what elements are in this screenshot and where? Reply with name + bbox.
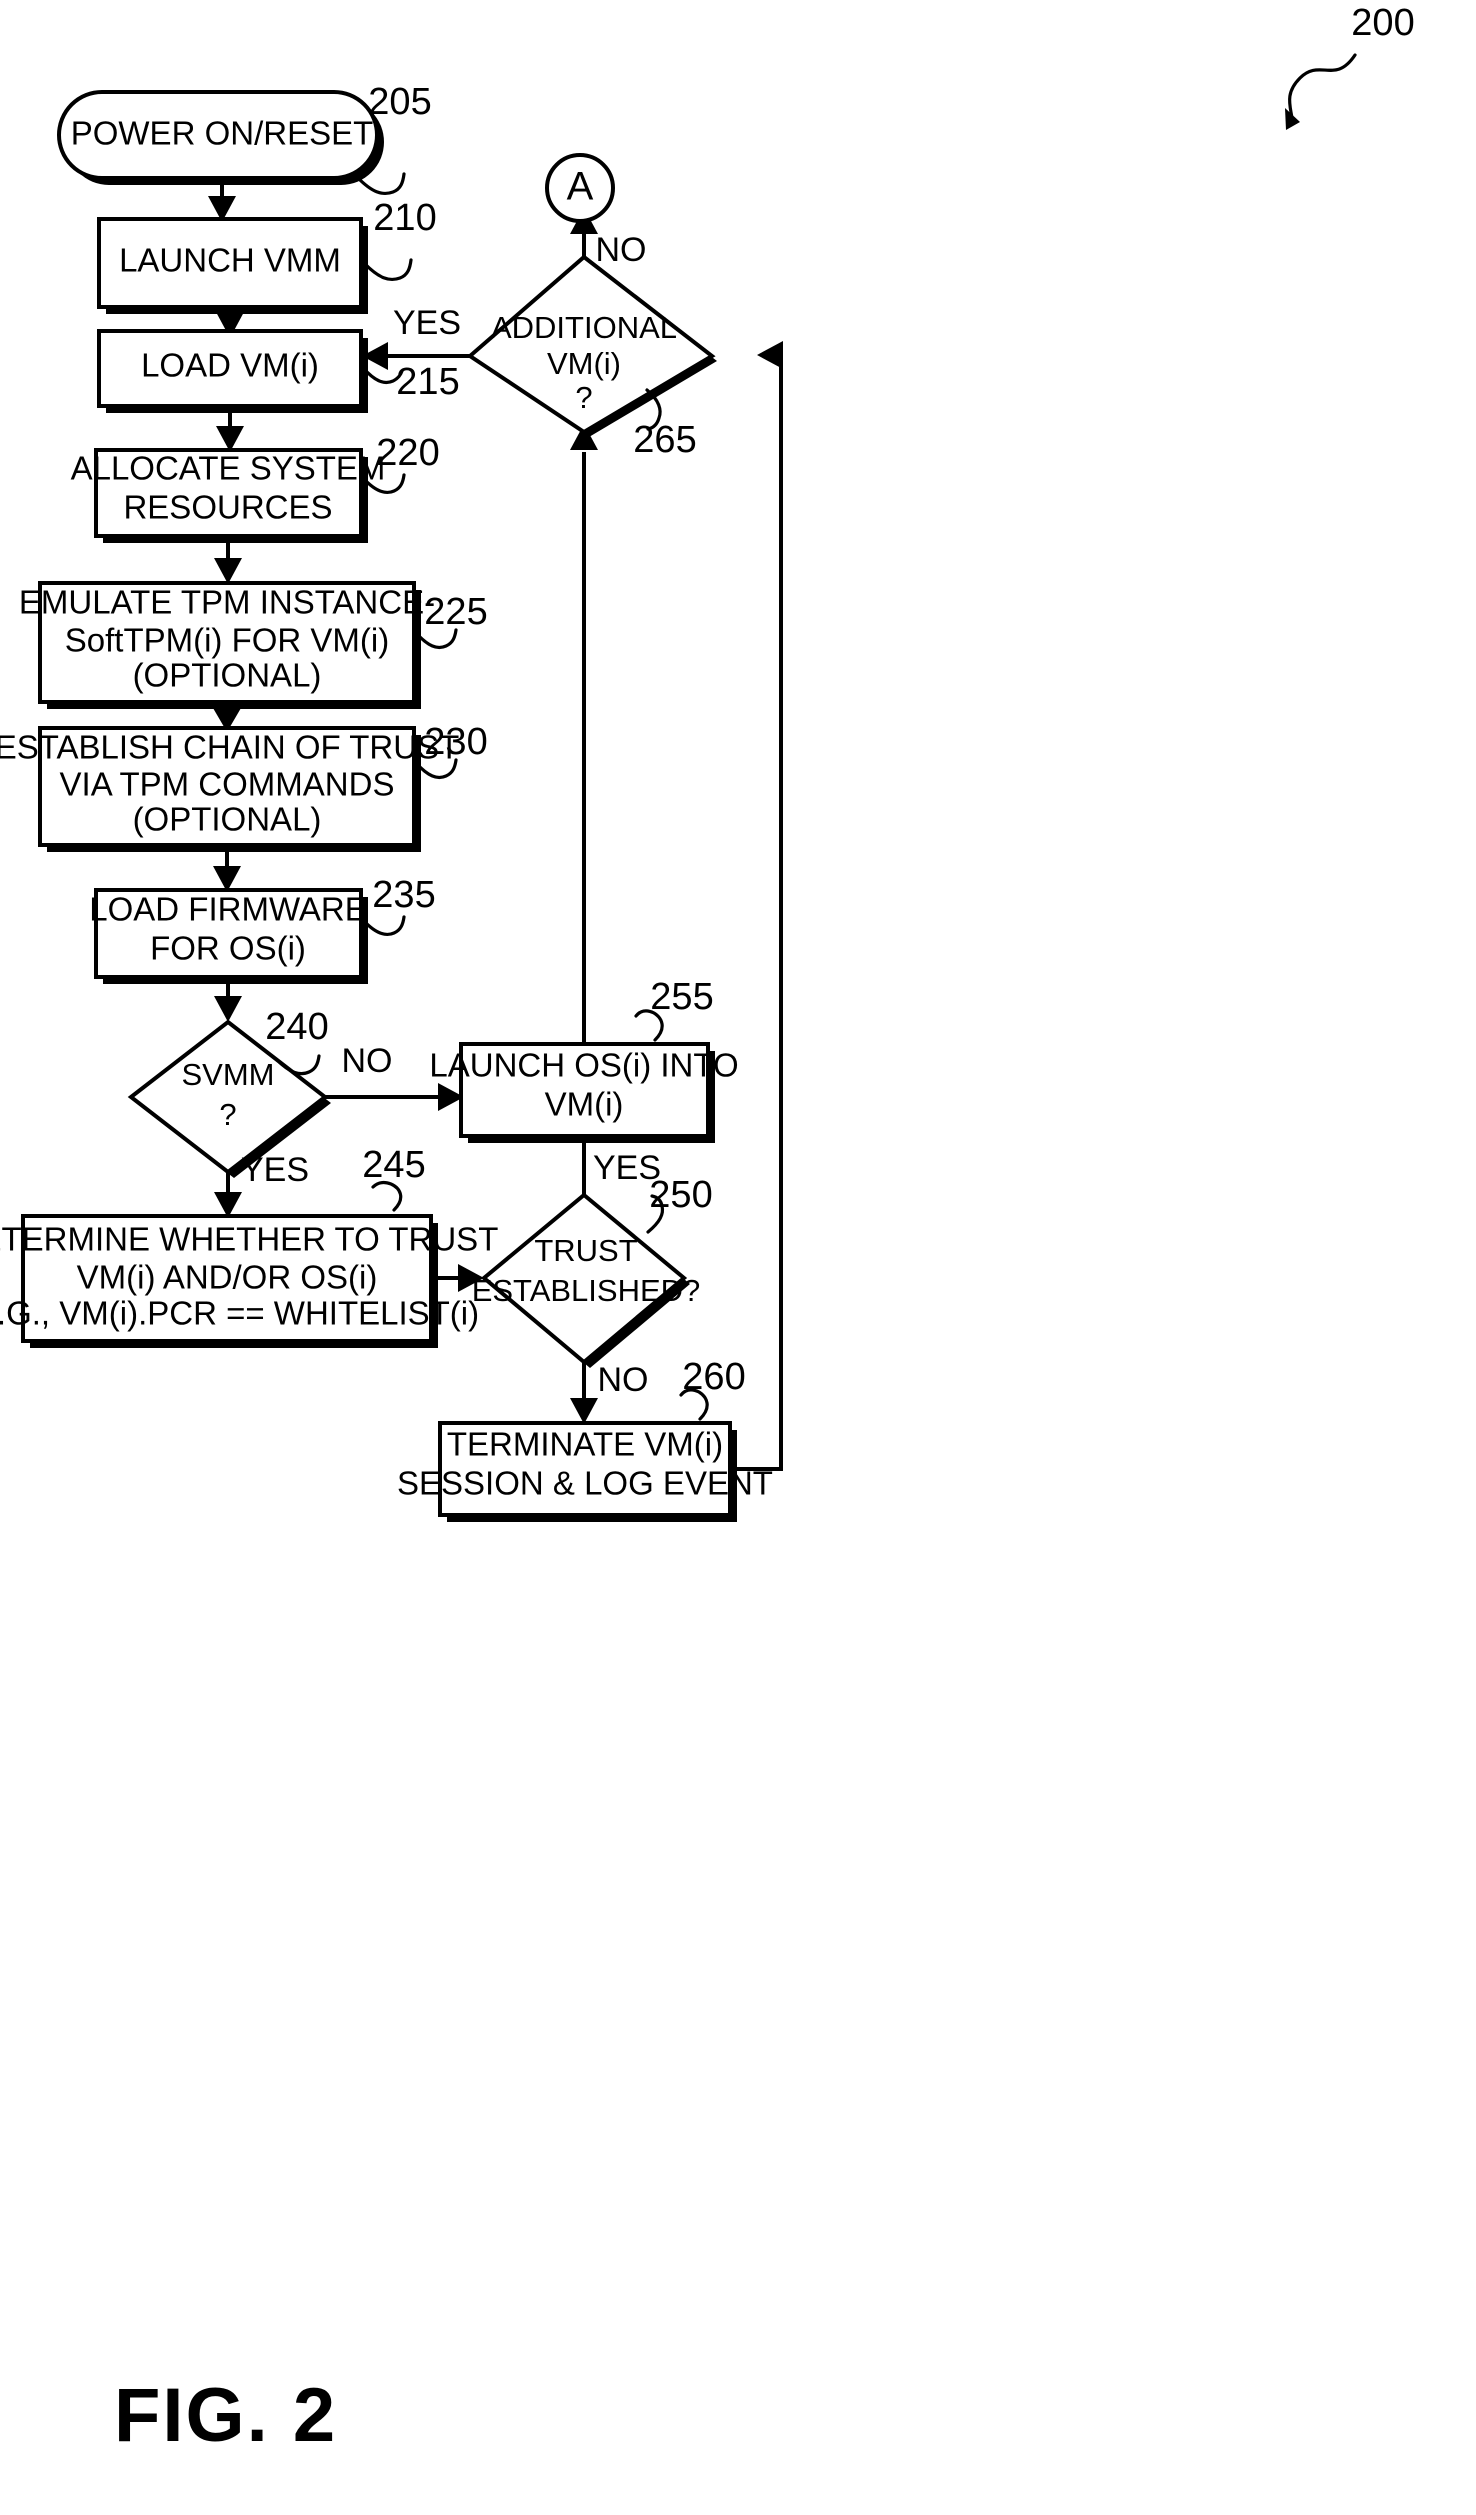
edge-power-to-vmm: [208, 180, 236, 222]
edge-launchos-to-additional: [570, 424, 598, 1044]
node-svmm-decision-line2: ?: [219, 1097, 236, 1132]
node-allocate-resources: ALLOCATE SYSTEM RESOURCES: [71, 448, 386, 543]
edge-label-trust-yes: YES: [593, 1149, 661, 1187]
ref-210-label: 210: [373, 197, 436, 239]
ref-230: 230: [414, 721, 488, 780]
ref-260: 260: [679, 1356, 746, 1421]
node-terminate-vm: TERMINATE VM(i) SESSION & LOG EVENT: [397, 1421, 773, 1522]
ref-235-label: 235: [372, 874, 435, 916]
ref-240-label: 240: [265, 1006, 328, 1048]
ref-235: 235: [361, 874, 436, 937]
node-allocate-resources-line2: RESOURCES: [123, 489, 332, 526]
node-launch-os: LAUNCH OS(i) INTO VM(i): [429, 1042, 739, 1143]
node-trust-established: TRUST ESTABLISHED?: [472, 1192, 701, 1368]
node-power-on-reset-label: POWER ON/RESET: [71, 115, 374, 152]
node-emulate-tpm-line2: SoftTPM(i) FOR VM(i): [65, 622, 389, 659]
node-load-firmware-line2: FOR OS(i): [150, 930, 306, 967]
figure-label: FIG. 2: [114, 2373, 337, 2458]
node-establish-chain-line1: ESTABLISH CHAIN OF TRUST: [0, 729, 459, 766]
node-establish-chain: ESTABLISH CHAIN OF TRUST VIA TPM COMMAND…: [0, 726, 459, 852]
edge-label-svmm-yes: YES: [241, 1151, 309, 1189]
node-emulate-tpm-line3: (OPTIONAL): [133, 657, 322, 694]
node-terminate-vm-line2: SESSION & LOG EVENT: [397, 1465, 773, 1502]
ref-230-label: 230: [424, 721, 487, 763]
edge-allocate-to-emulate: [214, 538, 242, 584]
ref-260-label: 260: [682, 1356, 745, 1398]
flowchart-canvas: 200 POWER ON/RESET 205 LAUNCH VMM 210 LO…: [0, 2, 1415, 2458]
ref-210: 210: [363, 197, 437, 282]
edge-loadvm-to-allocate: [216, 408, 244, 452]
ref-220-label: 220: [376, 432, 439, 474]
node-determine-trust-line2: VM(i) AND/OR OS(i): [77, 1259, 378, 1296]
ref-245: 245: [362, 1144, 426, 1212]
edge-label-additional-no: NO: [596, 231, 647, 269]
ref-215: 215: [361, 361, 460, 403]
figure-ref-200: 200: [1285, 2, 1415, 130]
ref-205-label: 205: [368, 81, 431, 123]
node-establish-chain-line3: (OPTIONAL): [133, 801, 322, 838]
node-power-on-reset: POWER ON/RESET: [57, 90, 384, 185]
node-launch-os-line1: LAUNCH OS(i) INTO: [429, 1047, 738, 1084]
node-emulate-tpm-line1: EMULATE TPM INSTANCE-: [19, 584, 435, 621]
node-trust-established-line2: ESTABLISHED?: [472, 1273, 701, 1308]
node-launch-vmm: LAUNCH VMM: [97, 217, 368, 314]
node-additional-vm-line2: VM(i): [547, 346, 621, 381]
node-establish-chain-line2: VIA TPM COMMANDS: [60, 766, 395, 803]
node-launch-vmm-label: LAUNCH VMM: [119, 242, 341, 279]
edge-label-svmm-no: NO: [342, 1042, 393, 1080]
ref-225-label: 225: [424, 591, 487, 633]
node-load-vm: LOAD VM(i): [97, 329, 368, 413]
node-additional-vm: ADDITIONAL VM(i) ?: [466, 254, 717, 437]
node-determine-trust-line3: E.G., VM(i).PCR == WHITELIST(i): [0, 1295, 479, 1332]
node-svmm-decision-line1: SVMM: [182, 1057, 275, 1092]
ref-245-label: 245: [362, 1144, 425, 1186]
edge-establish-to-firmware: [213, 847, 241, 892]
node-connector-a: A: [545, 153, 615, 223]
ref-215-label: 215: [396, 361, 459, 403]
node-launch-os-line2: VM(i): [545, 1086, 624, 1123]
node-allocate-resources-line1: ALLOCATE SYSTEM: [71, 450, 386, 487]
ref-255-label: 255: [650, 976, 713, 1018]
node-load-firmware: LOAD FIRMWARE FOR OS(i): [89, 888, 368, 984]
edge-firmware-to-svmm: [214, 979, 242, 1022]
node-determine-trust-line1: DETERMINE WHETHER TO TRUST: [0, 1221, 498, 1258]
ref-255: 255: [634, 976, 714, 1042]
edge-label-trust-no: NO: [598, 1361, 649, 1399]
node-additional-vm-line3: ?: [575, 380, 592, 415]
node-terminate-vm-line1: TERMINATE VM(i): [447, 1426, 723, 1463]
node-connector-a-label: A: [567, 165, 594, 209]
ref-265-label: 265: [633, 419, 696, 461]
node-additional-vm-line1: ADDITIONAL: [491, 310, 677, 345]
edge-trust-no: NO: [570, 1361, 649, 1424]
node-determine-trust: DETERMINE WHETHER TO TRUST VM(i) AND/OR …: [0, 1214, 498, 1348]
figure-ref-200-label: 200: [1351, 2, 1414, 44]
node-emulate-tpm: EMULATE TPM INSTANCE- SoftTPM(i) FOR VM(…: [19, 581, 435, 709]
edge-terminate-to-additional: [732, 341, 783, 1471]
patent-figure-2: 200 POWER ON/RESET 205 LAUNCH VMM 210 LO…: [0, 0, 1476, 2515]
edge-label-additional-yes: YES: [393, 304, 461, 342]
node-load-firmware-line1: LOAD FIRMWARE: [89, 891, 366, 928]
node-load-vm-label: LOAD VM(i): [141, 347, 319, 384]
node-trust-established-line1: TRUST: [534, 1233, 637, 1268]
ref-225: 225: [414, 591, 488, 650]
